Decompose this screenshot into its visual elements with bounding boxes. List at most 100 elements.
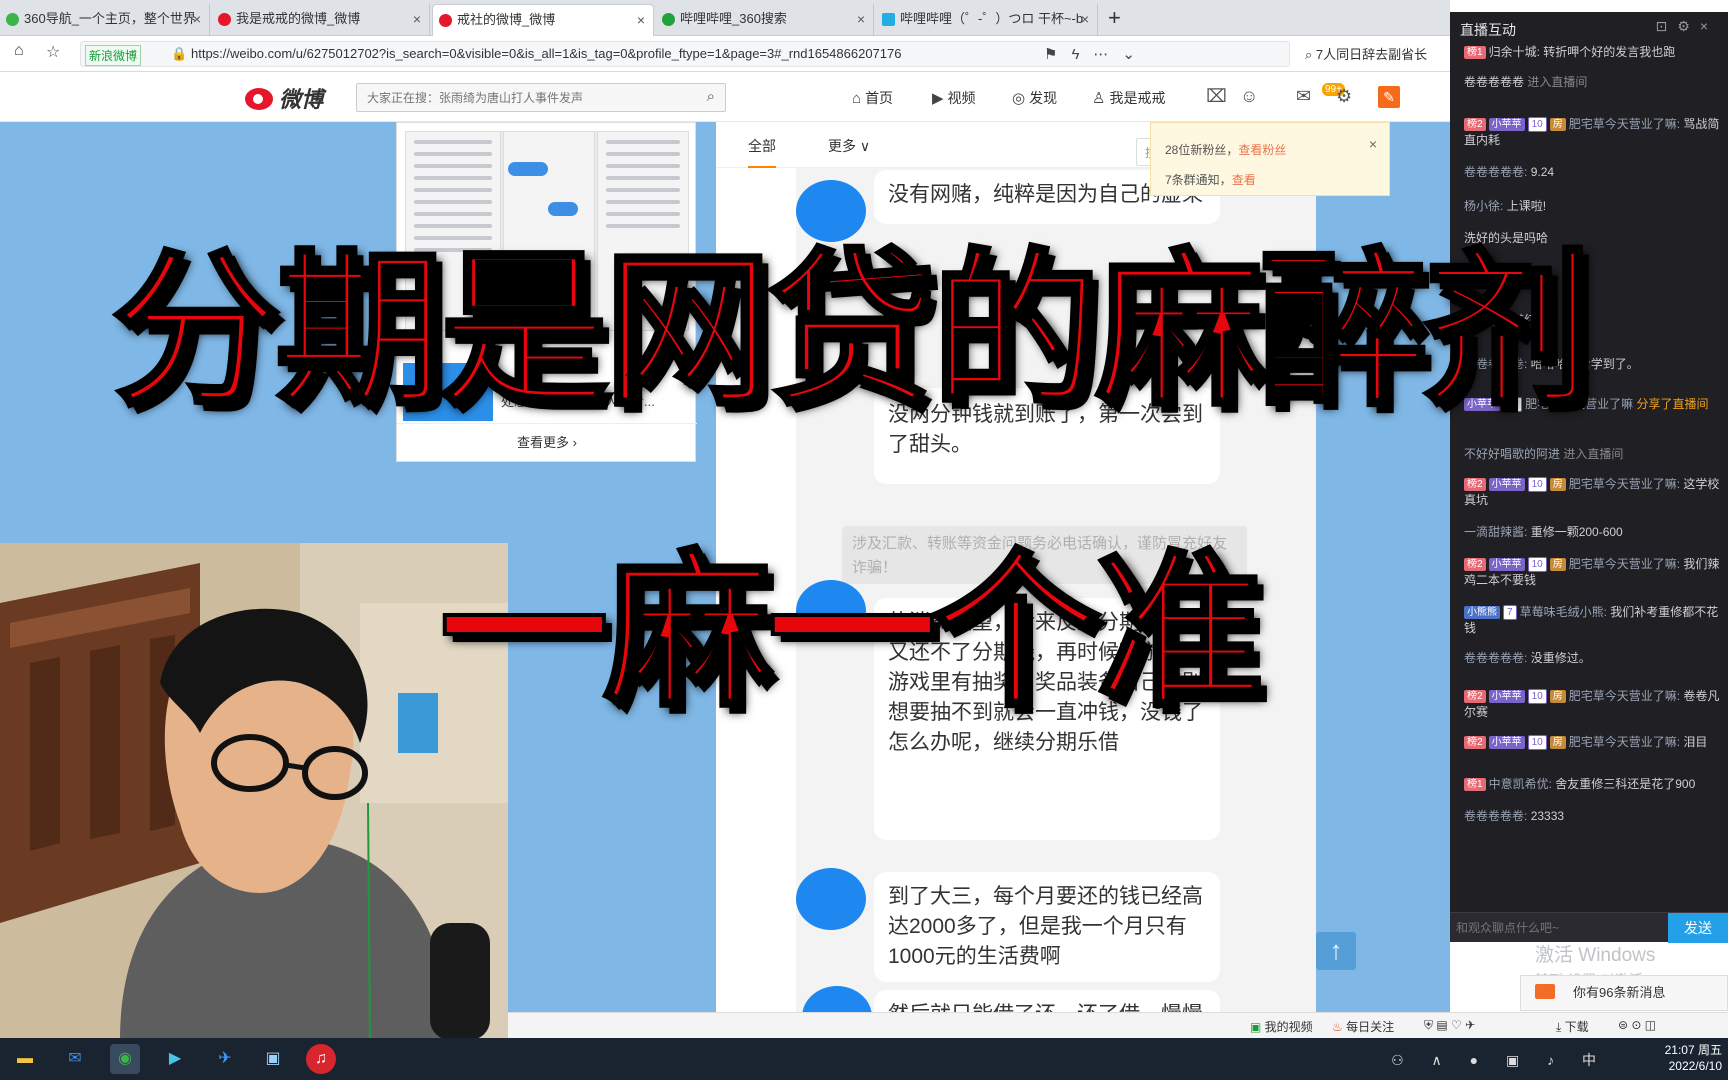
chat-message: 卷卷卷卷卷: 23333 xyxy=(1464,808,1720,824)
chat-message: 榜1 中意凯希优: 舍友重修三科还是花了900 xyxy=(1464,776,1720,792)
chat-input-bar: 发送 xyxy=(1450,912,1728,943)
chat-username[interactable]: 肥宅草今天营业了嘛: xyxy=(1569,689,1680,703)
compass-icon: ◎ xyxy=(1012,90,1026,107)
tab-bilibili-search[interactable]: 哔哩哔哩_360搜索 × xyxy=(656,4,874,36)
system-clock[interactable]: 21:07 周五 2022/6/10 xyxy=(1665,1042,1722,1074)
activate-windows-watermark: 激活 Windows xyxy=(1535,945,1656,966)
bag-icon[interactable]: ⌧ xyxy=(1206,86,1227,107)
weibo-search-box[interactable]: ⌕ xyxy=(356,83,726,112)
view-fans-link[interactable]: 查看粉丝 xyxy=(1238,143,1286,157)
url-box[interactable]: 新浪微博 🔒 https://weibo.com/u/6275012702?is… xyxy=(80,41,1290,67)
user-badge: 榜2 xyxy=(1464,736,1486,749)
chat-username[interactable]: 肥宅草今天营业了嘛: xyxy=(1569,735,1680,749)
user-badge: 10 xyxy=(1527,557,1547,572)
chat-message: 卷卷卷卷卷: 9.24 xyxy=(1464,164,1720,180)
new-tab-button[interactable]: + xyxy=(1108,4,1121,32)
chat-input[interactable] xyxy=(1456,917,1656,939)
user-badge: 小苹苹 xyxy=(1488,118,1525,131)
system-tray[interactable]: ⚇ ∧ ● ▣ ♪ 中 xyxy=(1391,1050,1608,1070)
user-badge: 10 xyxy=(1527,735,1547,750)
favorite-star-icon[interactable]: ☆ xyxy=(46,42,60,62)
chat-username[interactable]: 不好好唱歌的阿进 xyxy=(1464,447,1560,461)
tab-bilibili[interactable]: 哔哩哔哩（゜-゜）つロ 干杯~-b × xyxy=(876,4,1098,36)
tab-weibo-jieshe[interactable]: 戒社的微博_微博 × xyxy=(432,4,654,36)
chat-username[interactable]: 卷卷卷卷卷: xyxy=(1464,809,1527,823)
close-icon[interactable]: × xyxy=(857,4,865,34)
feishu-icon[interactable]: ✈ xyxy=(210,1044,240,1074)
fire-icon: ♨ xyxy=(1332,1020,1347,1034)
weibo-logo[interactable]: 微博 xyxy=(245,82,323,114)
nav-video[interactable]: ▶ 视频 xyxy=(932,88,976,108)
user-badge: 小苹苹 xyxy=(1488,478,1525,491)
search-icon[interactable]: ⌕ xyxy=(707,88,715,105)
statusbar-more-icons[interactable]: ⊜ ⊙ ◫ xyxy=(1618,1018,1656,1032)
chat-message: 卷卷卷卷卷: 没重修过。 xyxy=(1464,650,1720,666)
chat-share-text: 分享了直播间 xyxy=(1636,397,1709,411)
close-icon[interactable]: × xyxy=(413,4,421,34)
statusbar-tools-icons[interactable]: ⛨ ▤ ♡ ✈ xyxy=(1424,1018,1475,1033)
user-badge: 房 xyxy=(1549,690,1566,703)
tab-all[interactable]: 全部 xyxy=(748,136,776,168)
chat-username[interactable]: 中意凯希优: xyxy=(1489,777,1552,791)
popup-text: 你有96条新消息 xyxy=(1573,985,1666,1000)
chat-text: 卷卷卷卷卷 xyxy=(1464,75,1525,89)
clock-date: 2022/6/10 xyxy=(1668,1059,1722,1073)
chat-title: 直播互动 xyxy=(1460,22,1516,38)
url-toolbar-icons[interactable]: ⚑ϟ⋯⌄ xyxy=(1044,45,1149,63)
user-badge: 7 xyxy=(1503,605,1517,620)
game-icon[interactable]: ☺ xyxy=(1240,86,1258,107)
search-suggestion: 7人同日辞去副省长 xyxy=(1315,47,1428,62)
user-badge: 房 xyxy=(1549,558,1566,571)
close-icon[interactable]: × xyxy=(1369,129,1377,159)
download-icon: ⤓ xyxy=(1556,1020,1565,1034)
tab-more[interactable]: 更多 ∨ xyxy=(828,136,870,156)
360-browser-icon[interactable]: ◉ xyxy=(110,1044,140,1074)
chat-controls[interactable]: ⊡⚙× xyxy=(1656,18,1718,35)
cert-badge[interactable]: 新浪微博 xyxy=(85,45,142,66)
media-player-icon[interactable]: ▶ xyxy=(160,1044,190,1074)
close-icon[interactable]: × xyxy=(193,4,201,34)
gear-icon[interactable]: ⚙ xyxy=(1336,86,1352,107)
download-button[interactable]: ⤓ 下载 xyxy=(1556,1018,1589,1035)
mail-icon[interactable]: ✉ xyxy=(60,1044,90,1074)
chat-username[interactable]: 草莓味毛绒小熊: xyxy=(1520,605,1607,619)
nav-discover[interactable]: ◎ 发现 xyxy=(1012,88,1057,108)
weibo-logo-icon xyxy=(439,14,452,27)
new-message-popup[interactable]: 你有96条新消息 xyxy=(1520,975,1728,1011)
home-icon[interactable]: ⌂ xyxy=(14,42,24,60)
chat-message: 卷卷卷卷卷 进入直播间 xyxy=(1464,74,1720,90)
chat-username[interactable]: 肥宅草今天营业了嘛: xyxy=(1569,557,1680,571)
nav-profile[interactable]: ♙ 我是戒戒 xyxy=(1092,88,1165,108)
user-badge: 榜1 xyxy=(1464,778,1486,791)
url-text[interactable]: https://weibo.com/u/6275012702?is_search… xyxy=(191,46,901,61)
nav-home[interactable]: ⌂ 首页 xyxy=(852,88,893,108)
netease-music-icon[interactable]: ♫ xyxy=(306,1044,336,1074)
chat-message: 榜2 小苹苹 10 房肥宅草今天营业了嘛: 泪目 xyxy=(1464,734,1720,750)
my-video-button[interactable]: ▣ 我的视频 xyxy=(1250,1018,1313,1035)
tab-360-nav[interactable]: 360导航_一个主页，整个世界 × xyxy=(0,4,210,36)
back-to-top-button[interactable]: ↑ xyxy=(1316,932,1356,970)
close-icon[interactable]: × xyxy=(1081,4,1089,34)
chat-username[interactable]: 卷卷卷卷卷: xyxy=(1464,651,1527,665)
message-icon[interactable]: ✉ xyxy=(1296,86,1311,107)
chat-text: 泪目 xyxy=(1683,735,1708,749)
tab-weibo-jiejie[interactable]: 我是戒戒的微博_微博 × xyxy=(212,4,430,36)
daily-follow-button[interactable]: ♨ 每日关注 xyxy=(1332,1018,1394,1035)
close-icon[interactable]: × xyxy=(637,5,645,35)
user-badge: 10 xyxy=(1527,477,1547,492)
compose-button[interactable]: ✎ xyxy=(1378,86,1400,108)
send-button[interactable]: 发送 xyxy=(1668,913,1728,943)
address-search-box[interactable]: ⌕ 7人同日辞去副省长 xyxy=(1305,44,1427,63)
image-viewer-icon[interactable]: ▣ xyxy=(258,1044,288,1074)
chat-text: 舍友重修三科还是花了900 xyxy=(1555,777,1696,791)
chat-username[interactable]: 肥宅草今天营业了嘛: xyxy=(1569,117,1680,131)
chat-username[interactable]: 肥宅草今天营业了嘛: xyxy=(1569,477,1680,491)
chat-username[interactable]: 一滴甜辣酱: xyxy=(1464,525,1527,539)
user-badge: 小苹苹 xyxy=(1488,736,1525,749)
chat-text: 没重修过。 xyxy=(1530,651,1591,665)
overlay-title-line-2: 一麻一个准 xyxy=(438,532,1266,732)
weibo-search-input[interactable] xyxy=(357,84,677,111)
chat-username[interactable]: 卷卷卷卷卷: xyxy=(1464,165,1527,179)
file-explorer-icon[interactable]: ▬ xyxy=(10,1044,40,1074)
view-group-link[interactable]: 查看 xyxy=(1232,173,1256,187)
